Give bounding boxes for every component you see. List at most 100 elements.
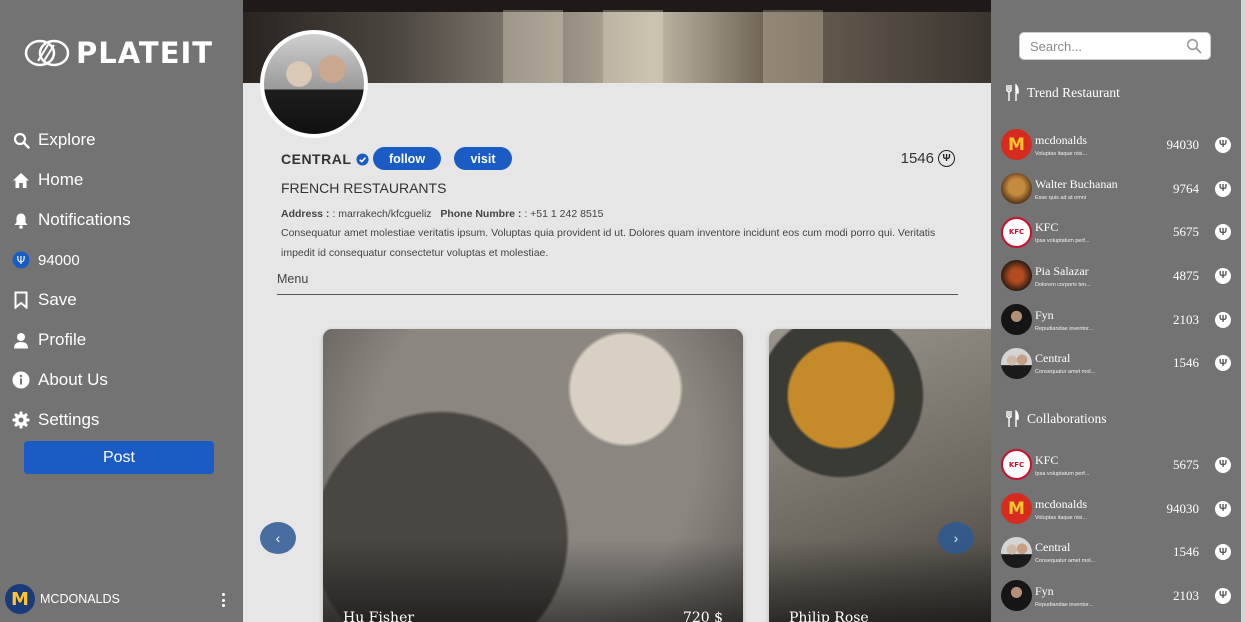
list-item-meta: Walter Buchanan Esse quis ad at omni (1035, 177, 1118, 201)
follow-button[interactable]: follow (373, 147, 441, 170)
list-item-subtitle: Consequatur amet mol... (1035, 558, 1096, 565)
list-item-meta: Pia Salazar Dolorem corporis ten... (1035, 264, 1091, 288)
avatar-logo: KFC (1008, 460, 1025, 469)
search-box (1019, 32, 1211, 60)
list-item[interactable]: Mmcdonalds Voluptas itaque nisi... 94030 Ψ (1001, 123, 1233, 167)
sidebar-item-save[interactable]: Save (12, 280, 131, 320)
coin-icon: Ψ (1215, 224, 1231, 241)
left-sidebar: PLATEIT Explore Home Notifications Ψ 940… (0, 0, 243, 622)
sidebar-item-home[interactable]: Home (12, 160, 131, 200)
points-value: 1546 (900, 150, 934, 167)
list-item[interactable]: Walter Buchanan Esse quis ad at omni 9764 Ψ (1001, 167, 1233, 211)
sidebar-item-label: Settings (38, 410, 100, 429)
fork-knife-icon (1005, 84, 1019, 101)
list-item-meta: mcdonalds Voluptas itaque nisi... (1035, 497, 1087, 521)
restaurant-category: FRENCH RESTAURANTS (281, 180, 447, 196)
gear-icon (12, 411, 30, 429)
sidebar-item-profile[interactable]: Profile (12, 320, 131, 360)
list-item[interactable]: Mmcdonalds Voluptas itaque nisi... 94030 Ψ (1001, 487, 1233, 531)
list-item-score: 4875 (1173, 267, 1199, 283)
list-item-subtitle: Esse quis ad at omni (1035, 194, 1087, 201)
sidebar-item-label: 94000 (38, 251, 80, 269)
list-item-score: 2103 (1173, 587, 1199, 603)
list-item-subtitle: Voluptas itaque nisi... (1035, 150, 1087, 157)
account-switcher[interactable]: M MCDONALDS (5, 584, 237, 614)
contact-info: Address : : marrakech/kfcgueliz Phone Nu… (281, 208, 603, 220)
sidebar-item-points[interactable]: Ψ 94000 (12, 240, 131, 280)
bell-icon (12, 211, 30, 229)
list-item-meta: KFC Ipsa voluptatum perf... (1035, 220, 1089, 244)
brand-logo[interactable]: PLATEIT (24, 36, 213, 70)
sidebar-item-label: Save (38, 290, 77, 309)
list-item-name: KFC (1035, 452, 1059, 467)
list-item-name: Fyn (1035, 307, 1054, 322)
list-item[interactable]: KFC KFC Ipsa voluptatum perf... 5675 Ψ (1001, 443, 1233, 487)
list-item-meta: KFC Ipsa voluptatum perf... (1035, 453, 1089, 477)
search-icon[interactable] (1186, 38, 1202, 54)
svg-text:Ψ: Ψ (17, 254, 26, 267)
list-item-meta: mcdonalds Voluptas itaque nisi... (1035, 133, 1087, 157)
coin-icon: Ψ (1215, 587, 1231, 604)
avatar: M (1001, 493, 1032, 525)
sidebar-nav: Explore Home Notifications Ψ 94000 Save (12, 120, 131, 440)
list-item-score: 1546 (1173, 544, 1199, 560)
carousel-prev-button[interactable]: ‹ (260, 522, 296, 554)
list-item[interactable]: Central Consequatur amet mol... 1546 Ψ (1001, 530, 1233, 574)
list-item[interactable]: Fyn Repudiandae inventor... 2103 Ψ (1001, 298, 1233, 342)
coin-icon: Ψ (1215, 456, 1231, 473)
address-value: : marrakech/kfcgueliz (332, 208, 432, 220)
list-item-subtitle: Ipsa voluptatum perf... (1035, 470, 1090, 477)
avatar-logo: M (1008, 498, 1025, 519)
avatar: KFC (1001, 216, 1032, 248)
coin-icon: Ψ (1215, 544, 1231, 561)
list-item-name: Fyn (1035, 583, 1054, 598)
avatar: M (5, 584, 35, 614)
list-item-meta: Central Consequatur amet mol... (1035, 351, 1095, 375)
list-item-name: KFC (1035, 220, 1059, 235)
list-item-name: mcdonalds (1035, 132, 1087, 147)
profile-avatar[interactable] (260, 30, 368, 138)
sidebar-item-notifications[interactable]: Notifications (12, 200, 131, 240)
profile-description: Consequatur amet molestiae veritatis ips… (281, 227, 936, 259)
list-item-name: Central (1035, 540, 1071, 555)
avatar-logo: M (1008, 134, 1025, 155)
list-item-name: Pia Salazar (1035, 263, 1089, 278)
avatar: M (1001, 129, 1032, 161)
avatar (1001, 580, 1032, 612)
avatar: KFC (1001, 449, 1032, 481)
section-title: Collaborations (1027, 411, 1107, 426)
list-item-name: mcdonalds (1035, 496, 1087, 511)
section-title: Trend Restaurant (1027, 85, 1120, 100)
avatar (1001, 536, 1032, 568)
collaborations-list: KFC KFC Ipsa voluptatum perf... 5675 Ψ Mmcdon… (1001, 443, 1233, 618)
visit-button[interactable]: visit (454, 147, 512, 170)
list-item[interactable]: Central Consequatur amet mol... 1546 Ψ (1001, 341, 1233, 385)
menu-card[interactable]: Philip Rose (769, 329, 991, 622)
carousel-next-button[interactable]: › (938, 522, 974, 554)
list-item[interactable]: Fyn Repudiandae inventor... 2103 Ψ (1001, 574, 1233, 618)
coin-icon: Ψ (1215, 311, 1231, 328)
menu-card[interactable]: Hu Fisher 720 $ (323, 329, 743, 622)
search-input[interactable] (1030, 38, 1180, 54)
dish-name: Philip Rose (789, 610, 869, 622)
trend-restaurant-list: Mmcdonalds Voluptas itaque nisi... 94030 Ψ W… (1001, 123, 1233, 385)
trend-restaurant-heading: Trend Restaurant (1005, 84, 1120, 102)
tab-menu[interactable]: Menu (277, 272, 308, 286)
sidebar-item-settings[interactable]: Settings (12, 400, 131, 440)
account-name: MCDONALDS (40, 592, 120, 606)
list-item-score: 5675 (1173, 224, 1199, 240)
main-content: CENTRAL follow visit 1546 Ψ FRENCH RESTA… (243, 0, 991, 622)
bookmark-icon (12, 291, 30, 309)
more-options-icon[interactable] (215, 590, 231, 610)
profile-points: 1546 Ψ (901, 150, 955, 167)
sidebar-item-label: Home (38, 170, 84, 189)
list-item[interactable]: Pia Salazar Dolorem corporis ten... 4875 Ψ (1001, 254, 1233, 298)
sidebar-item-label: Notifications (38, 210, 131, 229)
list-item-score: 1546 (1173, 355, 1199, 371)
list-item[interactable]: KFC KFC Ipsa voluptatum perf... 5675 Ψ (1001, 210, 1233, 254)
sidebar-item-explore[interactable]: Explore (12, 120, 131, 160)
sidebar-item-label: Profile (38, 330, 87, 349)
avatar (1001, 173, 1032, 205)
post-button[interactable]: Post (24, 441, 214, 474)
sidebar-item-about[interactable]: About Us (12, 360, 131, 400)
